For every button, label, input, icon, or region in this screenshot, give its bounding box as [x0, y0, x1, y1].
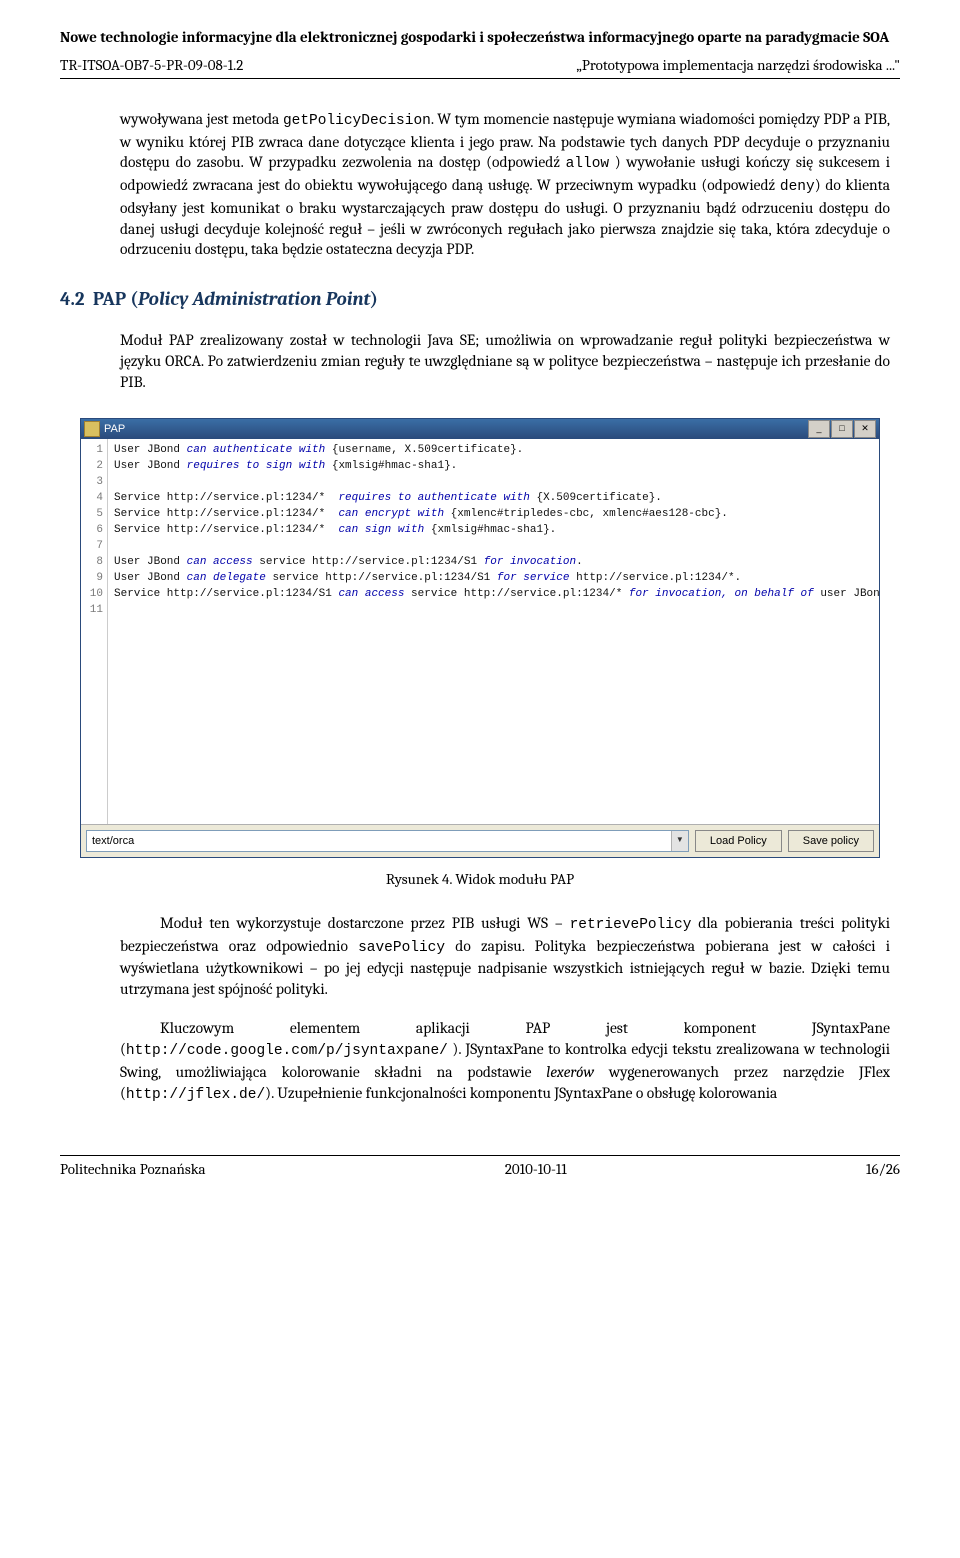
doc-subtitle-right: „Prototypowa implementacja narzędzi środ…: [577, 56, 900, 74]
footer-right: 16/26: [866, 1160, 900, 1178]
minimize-button[interactable]: _: [808, 420, 830, 438]
save-policy-button[interactable]: Save policy: [788, 830, 874, 852]
doc-header-title: Nowe technologie informacyjne dla elektr…: [60, 28, 900, 46]
footer-center: 2010-10-11: [505, 1160, 567, 1178]
syntax-select[interactable]: text/orca ▼: [86, 830, 689, 852]
footer-left: Politechnika Poznańska: [60, 1160, 206, 1178]
section-heading: 4.2 PAP (Policy Administration Point): [60, 288, 900, 310]
paragraph-1: wywoływana jest metoda getPolicyDecision…: [120, 109, 890, 260]
pap-window-title: PAP: [104, 423, 125, 435]
pap-window: PAP _ □ ✕ 1234567891011 User JBond can a…: [80, 418, 880, 858]
paragraph-4: Kluczowym elementem aplikacji PAP jest k…: [120, 1018, 890, 1105]
pap-app-icon: [84, 421, 100, 437]
doc-id: TR-ITSOA-OB7-5-PR-09-08-1.2: [60, 56, 243, 74]
paragraph-2: Moduł PAP zrealizowany został w technolo…: [120, 330, 890, 393]
figure-caption: Rysunek 4. Widok modułu PAP: [60, 870, 900, 888]
load-policy-button[interactable]: Load Policy: [695, 830, 782, 852]
pap-titlebar: PAP _ □ ✕: [81, 419, 879, 439]
paragraph-3: Moduł ten wykorzystuje dostarczone przez…: [120, 913, 890, 1000]
close-button[interactable]: ✕: [854, 420, 876, 438]
dropdown-arrow-icon: ▼: [671, 831, 688, 851]
pap-bottom-toolbar: text/orca ▼ Load Policy Save policy: [81, 824, 879, 857]
policy-editor[interactable]: User JBond can authenticate with {userna…: [108, 439, 879, 824]
maximize-button[interactable]: □: [831, 420, 853, 438]
line-number-gutter: 1234567891011: [81, 439, 108, 824]
page-footer: Politechnika Poznańska 2010-10-11 16/26: [60, 1155, 900, 1178]
